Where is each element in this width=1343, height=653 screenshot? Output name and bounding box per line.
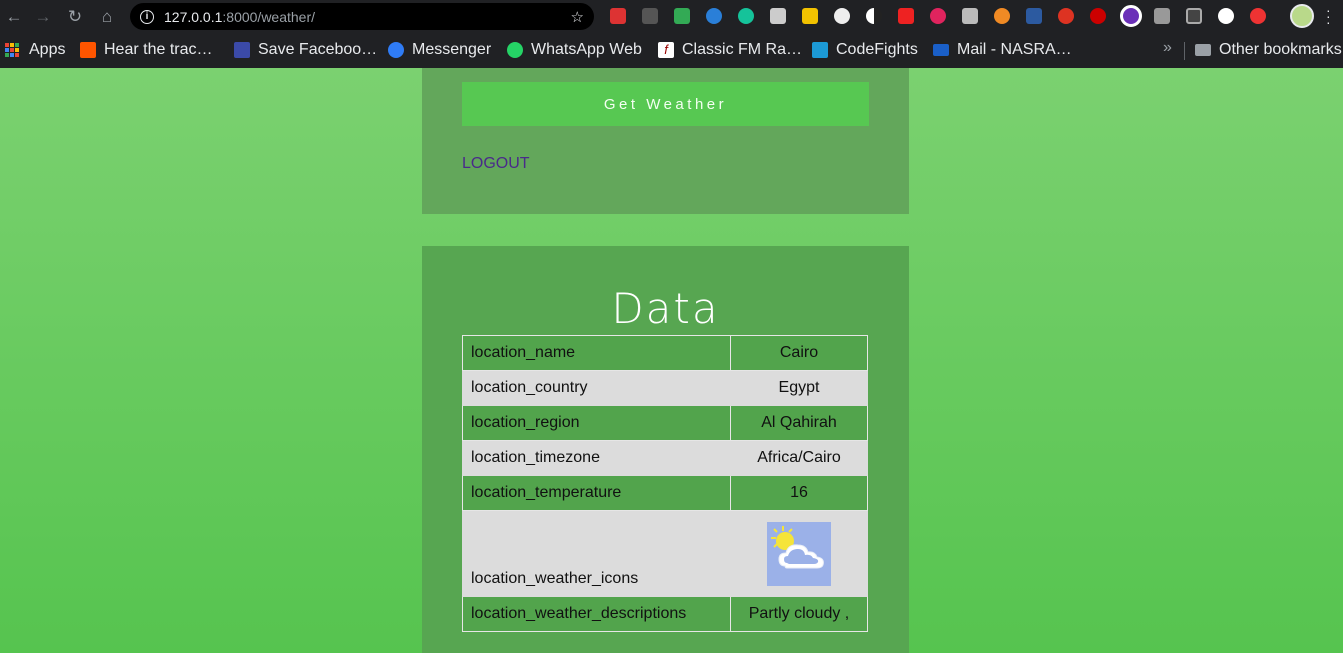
folder-icon (1195, 44, 1211, 56)
extension-icon[interactable] (1026, 8, 1042, 24)
back-arrow-icon[interactable]: ← (2, 5, 26, 29)
extension-icon[interactable] (610, 8, 626, 24)
extension-icon[interactable] (1186, 8, 1202, 24)
row-value (730, 510, 868, 597)
extension-icon[interactable] (898, 8, 914, 24)
row-value: Egypt (730, 370, 868, 406)
bookmark-label: Apps (29, 41, 66, 58)
browser-toolbar: ← → ↻ ⌂ i 127.0.0.1:8000/weather/ ☆ · · · (0, 0, 1343, 34)
mail-icon (933, 44, 949, 56)
soundcloud-icon (80, 42, 96, 58)
row-key: location_region (462, 405, 731, 441)
bookmarks-overflow-icon[interactable]: » (1163, 39, 1172, 57)
other-bookmarks-label: Other bookmarks (1219, 41, 1342, 58)
dark-mode-icon[interactable] (866, 8, 882, 24)
extension-icon[interactable] (994, 8, 1010, 24)
savefrom-icon (234, 42, 250, 58)
bookmark-label: Save Faceboo… (258, 41, 378, 58)
extension-icon[interactable] (1120, 5, 1142, 27)
bookmarks-bar: Apps Hear the trac… Save Faceboo… Messen… (0, 34, 1343, 66)
bookmark-label: WhatsApp Web (531, 41, 642, 58)
home-icon[interactable]: ⌂ (95, 5, 119, 29)
get-weather-button[interactable]: Get Weather (462, 82, 869, 126)
whatsapp-icon (507, 42, 523, 58)
site-info-icon[interactable]: i (140, 9, 154, 24)
partly-cloudy-icon (767, 521, 831, 586)
classicfm-icon: f (658, 42, 674, 58)
bookmarks-divider (1184, 42, 1185, 60)
browser-chrome: ← → ↻ ⌂ i 127.0.0.1:8000/weather/ ☆ · · · (0, 0, 1343, 68)
table-row: location_region Al Qahirah (462, 405, 868, 441)
grammarly-icon[interactable] (738, 8, 754, 24)
messenger-icon (388, 42, 404, 58)
bookmark-star-icon[interactable]: ☆ (571, 8, 584, 26)
table-row: location_weather_descriptions Partly clo… (462, 596, 868, 632)
row-value: Cairo (730, 335, 868, 371)
bookmark-label: Mail - NASRA… (957, 41, 1072, 58)
table-row: location_country Egypt (462, 370, 868, 406)
address-bar[interactable]: i 127.0.0.1:8000/weather/ ☆ (130, 3, 594, 30)
apps-grid-icon (5, 43, 19, 57)
table-row: location_weather_icons (462, 510, 868, 597)
extension-icon[interactable] (642, 8, 658, 24)
forward-arrow-icon[interactable]: → (31, 5, 55, 29)
extension-icon[interactable] (1218, 8, 1234, 24)
row-key: location_weather_icons (462, 510, 731, 597)
table-row: location_temperature 16 (462, 475, 868, 511)
extension-icon[interactable] (1090, 8, 1106, 24)
bookmark-classicfm[interactable]: f Classic FM Ra… (658, 41, 802, 59)
bookmark-label: Messenger (412, 41, 492, 58)
bookmark-label: Hear the trac… (104, 41, 213, 58)
row-key: location_weather_descriptions (462, 596, 731, 632)
reload-icon[interactable]: ↻ (63, 5, 87, 29)
lock-icon[interactable] (802, 8, 818, 24)
table-row: location_timezone Africa/Cairo (462, 440, 868, 476)
bookmark-whatsapp[interactable]: WhatsApp Web (507, 41, 642, 59)
bookmark-label: CodeFights (836, 41, 918, 58)
row-value: Africa/Cairo (730, 440, 868, 476)
bookmark-apps[interactable]: Apps (5, 41, 65, 59)
row-value: Al Qahirah (730, 405, 868, 441)
extension-icon[interactable] (930, 8, 946, 24)
data-title: Data (611, 284, 720, 333)
controls-card: Get Weather LOGOUT (422, 68, 909, 214)
codefights-icon (812, 42, 828, 58)
row-key: location_timezone (462, 440, 731, 476)
weather-data-table: location_name Cairo location_country Egy… (462, 335, 868, 632)
bookmark-mail[interactable]: Mail - NASRA… (933, 41, 1072, 59)
table-row: location_name Cairo (462, 335, 868, 371)
extension-icon[interactable] (706, 8, 722, 24)
row-value: Partly cloudy , (730, 596, 868, 632)
bookmark-soundcloud[interactable]: Hear the trac… (80, 41, 212, 59)
weather-page: Get Weather LOGOUT Data location_name Ca… (0, 68, 1343, 653)
extension-icon[interactable] (674, 8, 690, 24)
row-key: location_country (462, 370, 731, 406)
row-key: location_temperature (462, 475, 731, 511)
bookmark-messenger[interactable]: Messenger (388, 41, 491, 59)
logout-link[interactable]: LOGOUT (462, 155, 530, 173)
url-host: 127.0.0.1 (164, 8, 223, 25)
bookmark-codefights[interactable]: CodeFights (812, 41, 918, 59)
data-card: Data location_name Cairo location_countr… (422, 246, 909, 653)
url-path: :8000/weather/ (222, 8, 316, 25)
extension-icon[interactable] (1250, 8, 1266, 24)
camera-icon[interactable] (770, 8, 786, 24)
extension-icon[interactable] (1154, 8, 1170, 24)
adblock-icon[interactable] (1058, 8, 1074, 24)
profile-avatar[interactable] (1290, 4, 1314, 28)
bookmark-savefrom[interactable]: Save Faceboo… (234, 41, 377, 59)
bookmark-label: Classic FM Ra… (682, 41, 803, 58)
menu-dots-icon[interactable]: · · · (1326, 3, 1331, 29)
row-key: location_name (462, 335, 731, 371)
extension-icon[interactable] (834, 8, 850, 24)
extension-icon[interactable] (962, 8, 978, 24)
other-bookmarks[interactable]: Other bookmarks (1195, 41, 1342, 59)
row-value: 16 (730, 475, 868, 511)
